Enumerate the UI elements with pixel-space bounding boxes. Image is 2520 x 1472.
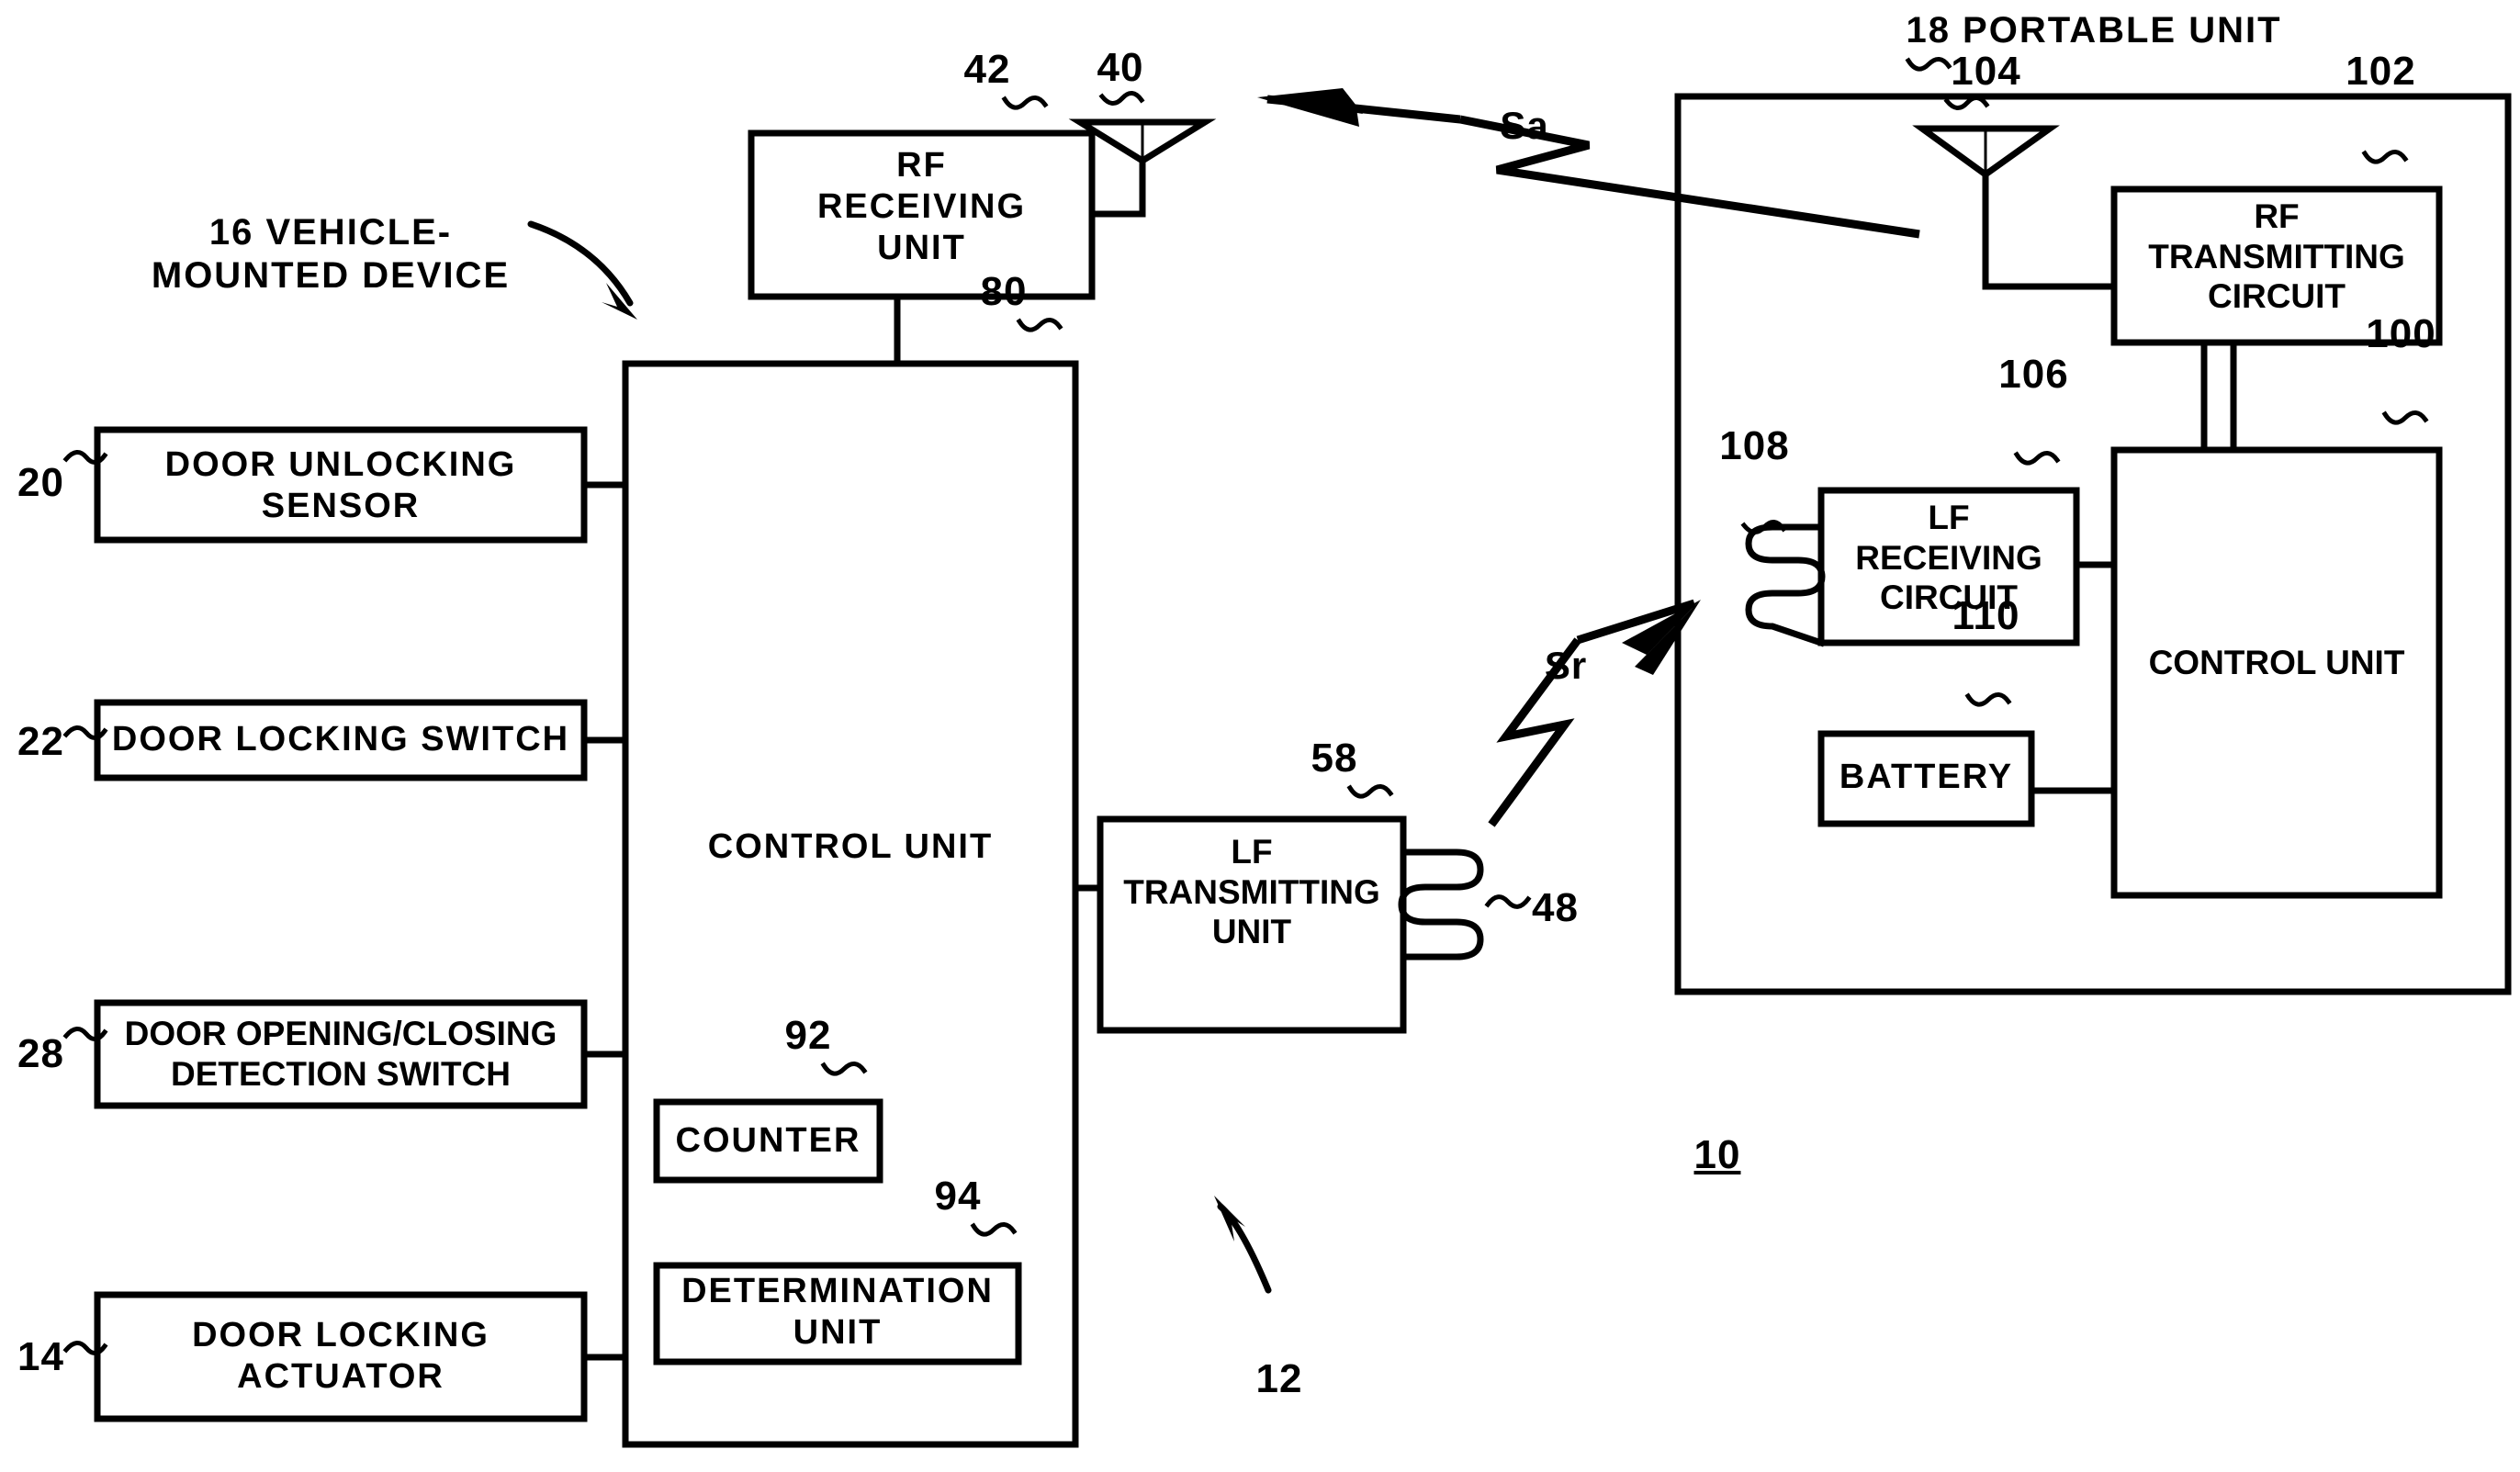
ref-number-40: 40 [1097, 45, 1144, 90]
door-opening-closing-detection-switch-label: DOOR OPENING/CLOSING DETECTION SWITCH [124, 1015, 557, 1093]
ref-number-94: 94 [934, 1174, 982, 1219]
ref-number-108: 108 [1719, 423, 1790, 468]
leader-102 [2361, 150, 2409, 164]
leader-42 [1001, 96, 1049, 110]
vehicle-control-unit-label: CONTROL UNIT [707, 827, 994, 866]
ref-number-80: 80 [980, 269, 1028, 314]
ref-number-48: 48 [1532, 885, 1579, 930]
ref-number-110: 110 [1952, 593, 2020, 638]
portable-unit-caption: 18 PORTABLE UNIT [1906, 10, 2282, 51]
vehicle-mounted-device-caption: 16 VEHICLE- MOUNTED DEVICE [151, 212, 511, 297]
leader-80 [1016, 318, 1063, 332]
ref-number-20: 20 [17, 460, 64, 505]
ref-number-102: 102 [2346, 49, 2416, 94]
connector-rf-receiving-to-antenna [1088, 157, 1146, 218]
determination-unit-label: DETERMINATION UNIT [681, 1272, 994, 1352]
door-locking-actuator-label: DOOR LOCKING ACTUATOR [192, 1316, 489, 1396]
vehicle-caption-arrow [527, 220, 634, 307]
ref-number-58: 58 [1311, 736, 1358, 781]
ref-number-104: 104 [1951, 49, 2021, 94]
portable-control-unit-label: CONTROL UNIT [2148, 644, 2405, 681]
signal-arrow-sa-shaft [1266, 95, 1461, 124]
signal-label-sr: Sr [1544, 644, 1588, 687]
ref-number-22: 22 [17, 719, 64, 764]
ref-number-28: 28 [17, 1031, 64, 1076]
leader-100 [2381, 410, 2429, 425]
system-reference-12: 12 [1255, 1356, 1303, 1401]
leader-48 [1484, 894, 1532, 909]
connector-antenna-104-to-rf-transmitting [1982, 171, 2118, 290]
leader-40 [1098, 91, 1145, 106]
lf-receive-coil-108 [1745, 523, 1826, 647]
patent-figure-canvas: 20 DOOR UNLOCKING SENSOR 22 DOOR LOCKING… [0, 0, 2520, 1472]
signal-label-sa: Sa [1500, 104, 1549, 147]
door-unlocking-sensor-label: DOOR UNLOCKING SENSOR [164, 445, 517, 525]
figure-reference-10: 10 [1693, 1132, 1741, 1177]
door-locking-switch-label: DOOR LOCKING SWITCH [111, 720, 570, 758]
leader-58 [1346, 784, 1394, 799]
leader-94 [970, 1222, 1018, 1237]
rf-transmitting-circuit-label: RF TRANSMITTING CIRCUIT [2148, 197, 2405, 316]
ref-number-106: 106 [1998, 352, 2069, 397]
leader-110 [1964, 692, 2012, 707]
rf-receiving-unit-label: RF RECEIVING UNIT [816, 146, 1027, 267]
ref-number-14: 14 [17, 1334, 64, 1379]
ref-number-92: 92 [784, 1013, 832, 1058]
counter-label: COUNTER [675, 1121, 861, 1160]
battery-label: BATTERY [1839, 758, 2014, 796]
leader-92 [820, 1062, 868, 1076]
ref-number-100: 100 [2366, 311, 2436, 356]
leader-106 [2013, 451, 2061, 466]
ref-number-42: 42 [963, 47, 1011, 92]
lf-transmit-coil-48 [1398, 848, 1484, 961]
lf-transmitting-unit-label: LF TRANSMITTING UNIT [1123, 833, 1380, 951]
